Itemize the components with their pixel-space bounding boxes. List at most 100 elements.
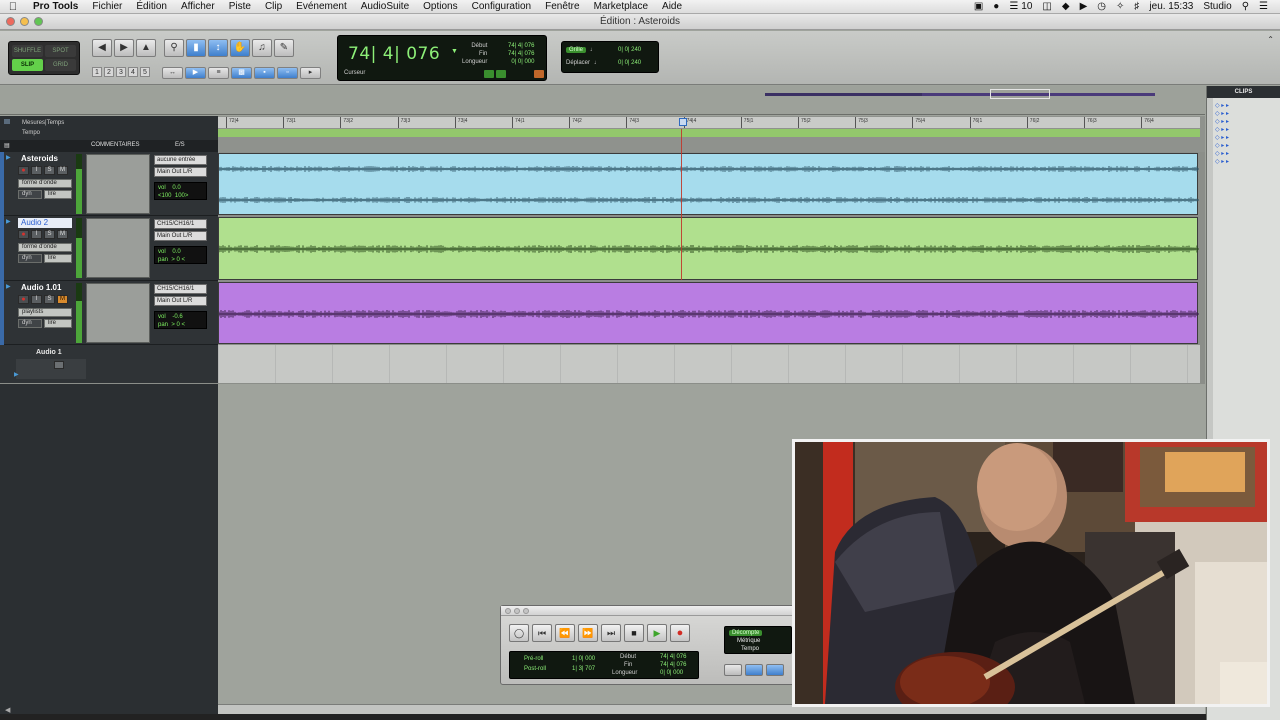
preroll-value[interactable]: 1| 0| 000	[572, 656, 595, 662]
nudge-label[interactable]: Déplacer	[566, 60, 590, 66]
bottom-left-icon[interactable]: ◀	[5, 706, 10, 714]
track-expand-icon[interactable]: ▶	[6, 218, 11, 225]
audio-clip-audio-1-01[interactable]	[218, 282, 1199, 344]
track-view-selector[interactable]: forme d'onde	[18, 179, 72, 188]
record-enable-button[interactable]: ●	[18, 295, 29, 304]
pencil-tool-icon[interactable]: ✎	[274, 39, 294, 57]
zoom-out-horizontal-icon[interactable]: ◀	[92, 39, 112, 57]
zoom-preset-2[interactable]: 2	[104, 67, 114, 77]
keyboard-focus-icon[interactable]: ▫	[277, 67, 298, 79]
volume-icon[interactable]: ♯	[1134, 1, 1139, 12]
selection-end-value[interactable]: 74| 4| 076	[508, 50, 534, 58]
track-header-asteroids[interactable]: ▶ Asteroids ● I S M forme d'onde dyn lir…	[0, 152, 218, 216]
automation-mode-selector[interactable]: lire	[44, 319, 72, 328]
bluetooth-icon[interactable]: ✧	[1116, 1, 1124, 12]
transport-start-value[interactable]: 74| 4| 076	[660, 654, 686, 660]
zoom-preset-1[interactable]: 1	[92, 67, 102, 77]
track-output-selector[interactable]: Main Out L/R	[154, 296, 207, 306]
selection-length-value[interactable]: 0| 0| 000	[508, 58, 534, 66]
timemachine-icon[interactable]: ◷	[1097, 1, 1106, 12]
tempo-ruler[interactable]	[218, 129, 1200, 137]
playlist-audio-1-01[interactable]	[218, 281, 1200, 345]
notifications-icon[interactable]: ☰	[1259, 1, 1268, 12]
tempo-label[interactable]: Tempo	[741, 646, 759, 652]
user-menu[interactable]: Studio	[1203, 1, 1231, 12]
clip-list-item[interactable]: ◇ ▸ ▸	[1215, 150, 1229, 157]
spotlight-icon[interactable]: ⚲	[1242, 1, 1249, 12]
clip-list-item[interactable]: ◇ ▸ ▸	[1215, 158, 1229, 165]
zoom-preset-4[interactable]: 4	[128, 67, 138, 77]
clip-list-item[interactable]: ◇ ▸ ▸	[1215, 102, 1229, 109]
menu-marketplace[interactable]: Marketplace	[587, 1, 655, 12]
track-view-selector[interactable]: playlists	[18, 308, 72, 317]
toolbar-collapse-icon[interactable]: ⌃	[1267, 35, 1274, 44]
track-mini-button[interactable]	[54, 361, 64, 369]
screen-share-icon[interactable]: ▣	[974, 1, 983, 12]
dropbox-icon[interactable]: ◆	[1062, 1, 1070, 12]
skype-icon[interactable]: ●	[993, 1, 999, 12]
input-monitor-button[interactable]: I	[31, 166, 42, 175]
selection-start-value[interactable]: 74| 4| 076	[508, 42, 534, 50]
menu-piste[interactable]: Piste	[222, 1, 258, 12]
grid-button[interactable]: Grille	[566, 47, 587, 53]
track-output-selector[interactable]: Main Out L/R	[154, 231, 207, 241]
track-input-selector[interactable]: aucune entrée	[154, 155, 207, 165]
automation-mode-selector[interactable]: lire	[44, 190, 72, 199]
menu-evenement[interactable]: Evénement	[289, 1, 354, 12]
scrubber-tool-icon[interactable]: ♫	[252, 39, 272, 57]
transport-length-value[interactable]: 0| 0| 000	[660, 670, 683, 676]
track-name-audio-1[interactable]: Audio 1	[36, 349, 62, 356]
tab-to-transient-icon[interactable]: ↔	[162, 67, 183, 79]
automation-label[interactable]: dyn	[18, 319, 42, 328]
track-comment-field[interactable]	[86, 283, 150, 343]
counter-menu-icon[interactable]: ▼	[451, 48, 458, 55]
menu-afficher[interactable]: Afficher	[174, 1, 222, 12]
track-header-audio-1[interactable]: Audio 1 ▶	[0, 345, 218, 383]
scroll-options-icon[interactable]: ▸	[300, 67, 321, 79]
zoom-in-horizontal-icon[interactable]: ▶	[114, 39, 134, 57]
preroll-label[interactable]: Pré-roll	[524, 656, 543, 662]
clips-title[interactable]: CLIPS	[1207, 86, 1280, 98]
record-indicator-icon[interactable]	[534, 70, 544, 78]
link-track-icon[interactable]: ▩	[231, 67, 252, 79]
playhead-marker[interactable]	[679, 118, 687, 126]
mute-button[interactable]: M	[57, 230, 68, 239]
menu-options[interactable]: Options	[416, 1, 464, 12]
track-header-audio-1-01[interactable]: ▶ Audio 1.01 ● I S M playlists dyn lire …	[0, 281, 218, 345]
grabber-tool-icon[interactable]: ✋	[230, 39, 250, 57]
return-to-zero-icon[interactable]: ⏮	[532, 624, 552, 642]
track-name-audio-2[interactable]: Audio 2	[18, 218, 72, 228]
metronome-button[interactable]	[766, 664, 784, 676]
track-view-selector[interactable]: forme d'onde	[18, 243, 72, 252]
track-expand-icon[interactable]: ▶	[14, 371, 19, 378]
selector-tool-icon[interactable]: ↕	[208, 39, 228, 57]
mode-slip-button[interactable]: SLIP	[12, 59, 43, 71]
universe-visible-frame[interactable]	[990, 89, 1050, 99]
track-comment-field[interactable]	[86, 154, 150, 214]
postroll-label[interactable]: Post-roll	[524, 666, 546, 672]
mode-spot-button[interactable]: SPOT	[45, 45, 76, 57]
clip-list-item[interactable]: ◇ ▸ ▸	[1215, 142, 1229, 149]
mode-shuffle-button[interactable]: SHUFFLE	[12, 45, 43, 57]
play-icon[interactable]: ▶	[647, 624, 667, 642]
postroll-value[interactable]: 1| 3| 707	[572, 666, 595, 672]
midi-input-icon[interactable]	[484, 70, 494, 78]
menu-fichier[interactable]: Fichier	[85, 1, 129, 12]
clip-list-item[interactable]: ◇ ▸ ▸	[1215, 110, 1229, 117]
nudge-value[interactable]: 0| 0| 240	[618, 60, 641, 66]
transport-zoom-button[interactable]	[523, 608, 529, 614]
fast-forward-icon[interactable]: ⏩	[578, 624, 598, 642]
mute-button[interactable]: M	[57, 166, 68, 175]
automation-label[interactable]: dyn	[18, 254, 42, 263]
mirrored-midi-icon[interactable]: ▶	[185, 67, 206, 79]
mode-grid-button[interactable]: GRID	[45, 59, 76, 71]
bars-beats-ruler[interactable]: 72|4 73|1 73|2 73|3 73|4 74|1 74|2 74|3 74|4 75|1…	[218, 117, 1200, 128]
zoomer-tool-icon[interactable]: ⚲	[164, 39, 184, 57]
ruler-label-bars[interactable]: Mesures|Temps	[22, 120, 64, 126]
midi-merge-button[interactable]	[724, 664, 742, 676]
track-name-audio-1-01[interactable]: Audio 1.01	[18, 283, 72, 293]
menu-edition[interactable]: Édition	[129, 1, 174, 12]
menu-configuration[interactable]: Configuration	[465, 1, 538, 12]
clip-list-item[interactable]: ◇ ▸ ▸	[1215, 118, 1229, 125]
ruler-label-tempo[interactable]: Tempo	[22, 130, 40, 136]
